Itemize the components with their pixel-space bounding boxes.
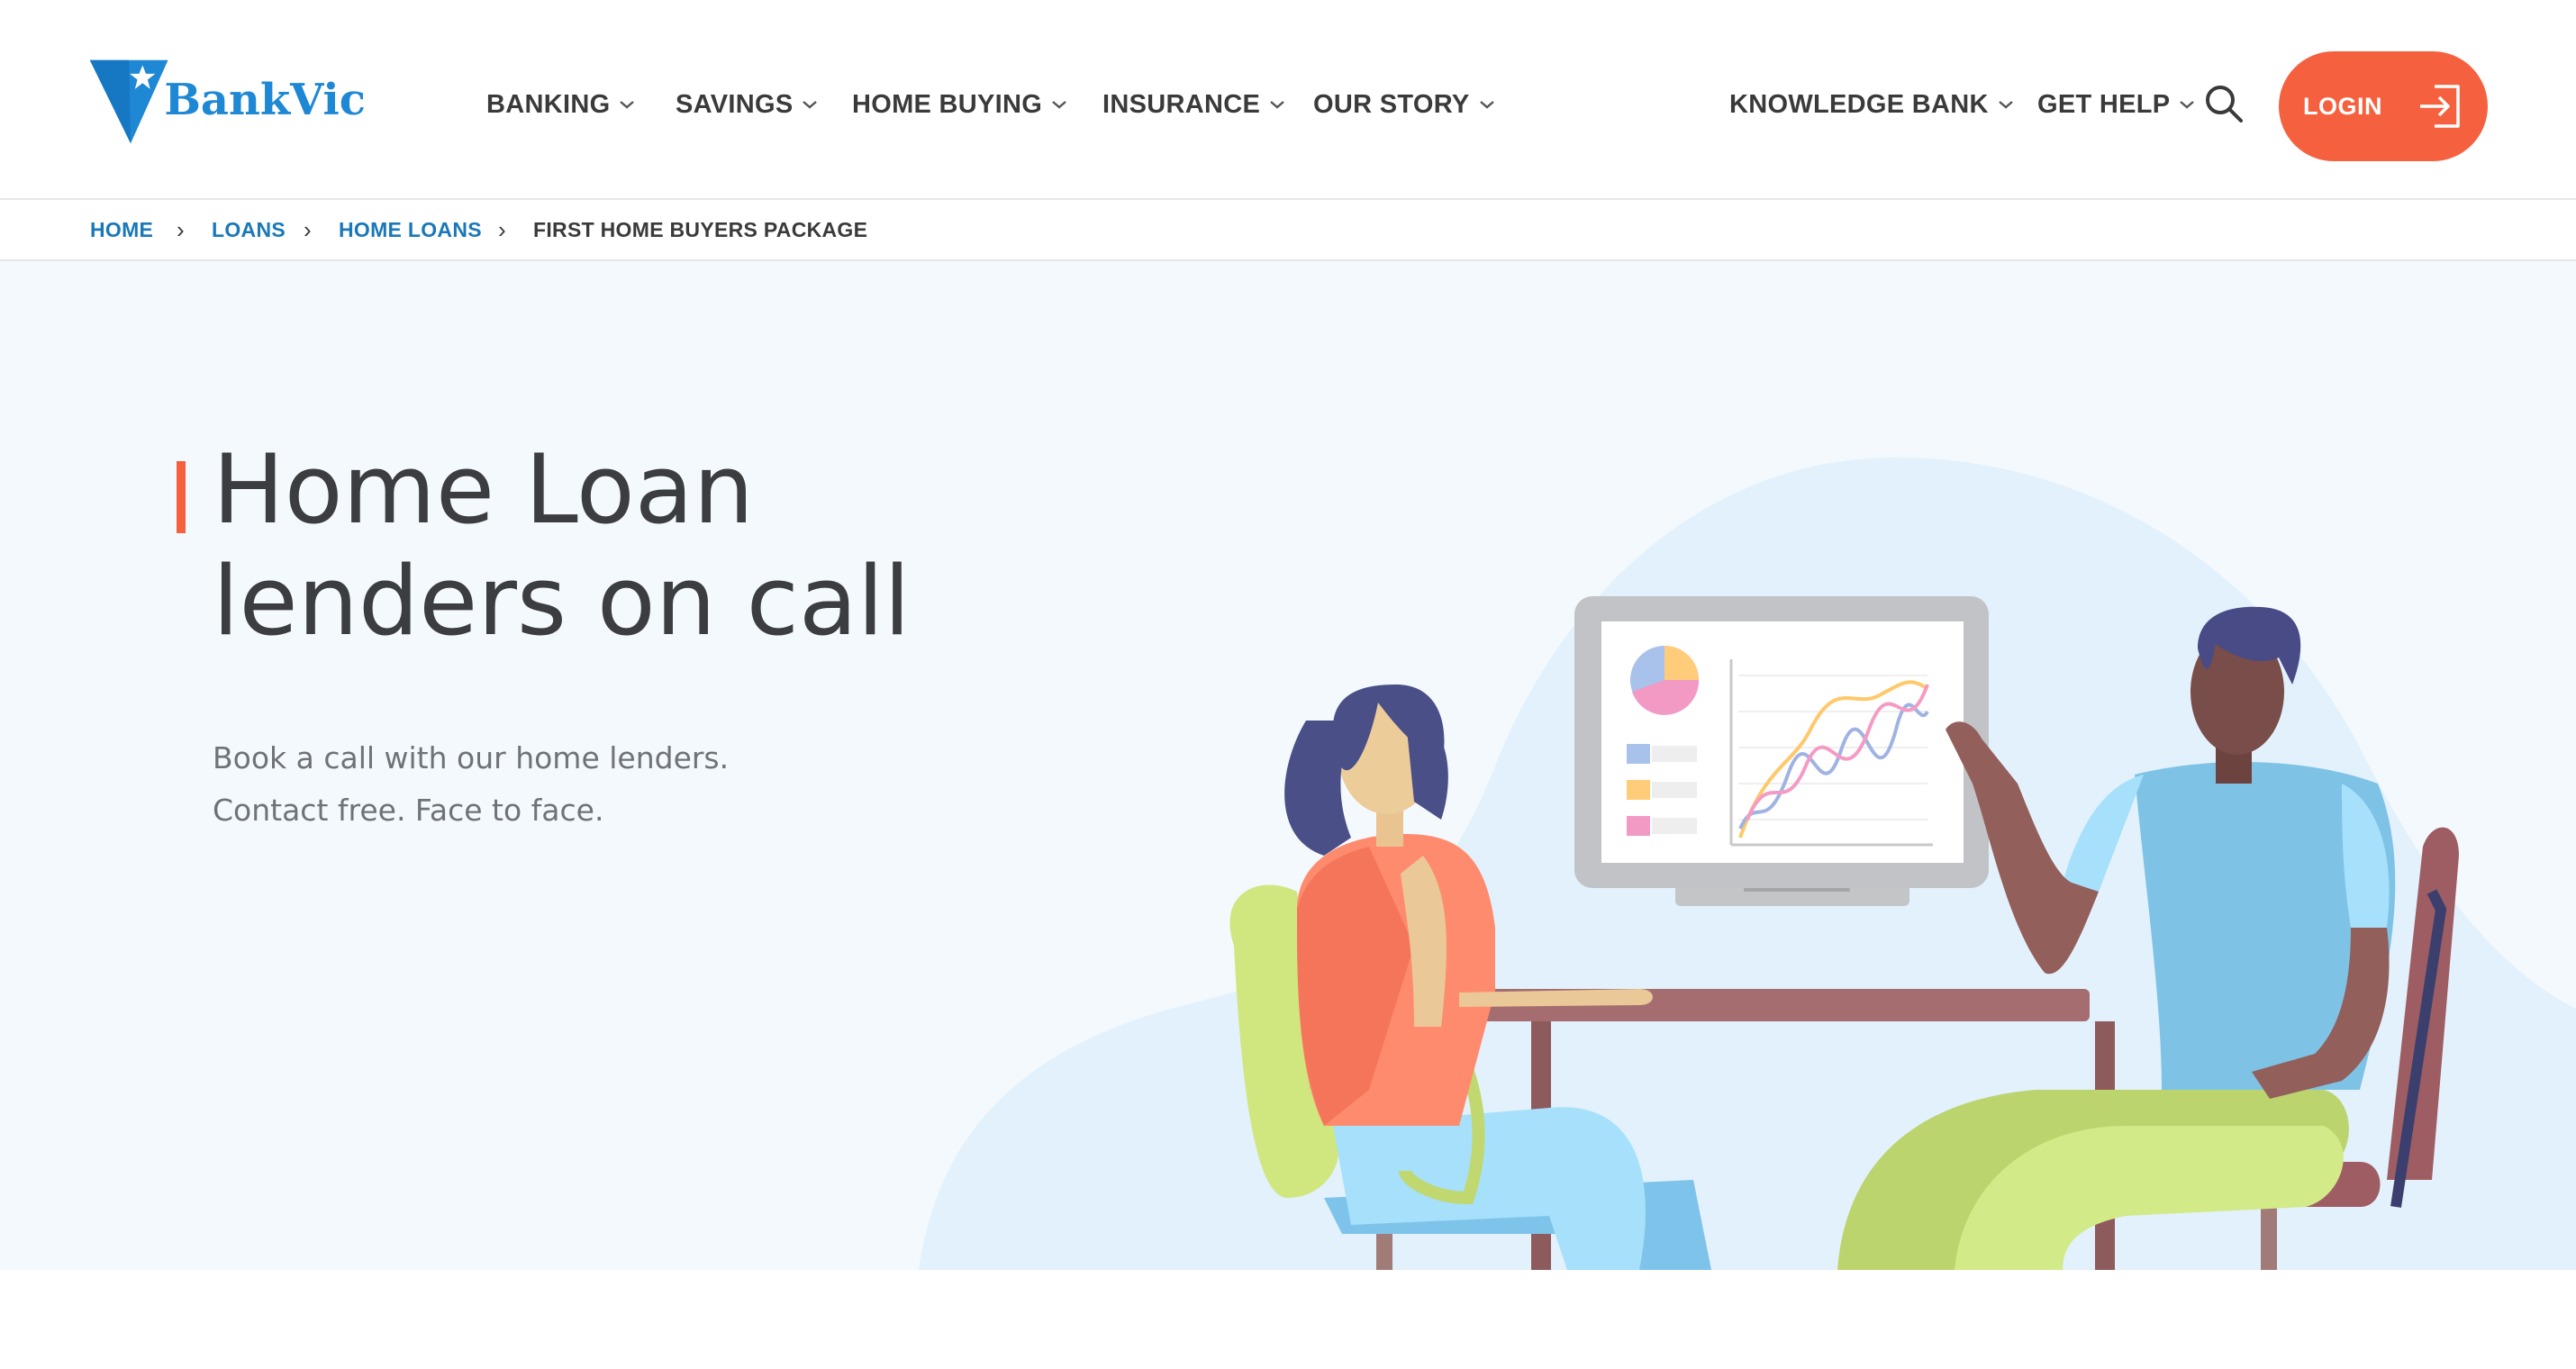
logo-wordmark: BankVic <box>164 75 366 125</box>
nav-savings[interactable]: SAVINGS <box>676 86 818 122</box>
breadcrumb-home[interactable]: HOME <box>90 218 153 242</box>
chevron-down-icon <box>2180 101 2195 109</box>
page-bottom-area <box>0 1270 2576 1369</box>
login-label: LOGIN <box>2303 92 2382 120</box>
chevron-down-icon <box>803 101 818 109</box>
search-icon <box>2206 86 2243 122</box>
hero-title: Home Loan lenders on call <box>213 434 1023 657</box>
nav-insurance-label: INSURANCE <box>1102 89 1261 119</box>
login-button[interactable]: LOGIN <box>2279 51 2488 161</box>
nav-our-story-label: OUR STORY <box>1313 89 1470 119</box>
hero-accent-bar <box>177 461 186 533</box>
breadcrumb-current: FIRST HOME BUYERS PACKAGE <box>533 218 868 241</box>
hero-sub-line2: Contact free. Face to face. <box>213 793 604 828</box>
breadcrumb-home-loans[interactable]: HOME LOANS <box>339 218 482 242</box>
breadcrumb-separator: › <box>304 216 312 243</box>
chevron-down-icon <box>1270 101 1284 109</box>
nav-home-buying[interactable]: HOME BUYING <box>852 86 1067 122</box>
nav-knowledge-bank-label: KNOWLEDGE BANK <box>1729 89 1989 119</box>
nav-get-help-label: GET HELP <box>2037 89 2171 119</box>
nav-knowledge-bank[interactable]: KNOWLEDGE BANK <box>1729 86 2014 122</box>
hero-title-line2: lenders on call <box>213 546 911 657</box>
nav-our-story[interactable]: OUR STORY <box>1313 86 1495 122</box>
breadcrumb-separator: › <box>498 216 506 243</box>
site-header: BankVic BANKING SAVINGS HOME BUYING INSU… <box>0 0 2576 200</box>
breadcrumb-loans[interactable]: LOANS <box>212 218 286 242</box>
nav-banking[interactable]: BANKING <box>486 86 635 122</box>
chevron-down-icon <box>620 101 635 109</box>
hero-title-line1: Home Loan <box>213 434 754 545</box>
search-button[interactable] <box>2203 83 2245 124</box>
login-arrow-icon <box>2420 85 2460 128</box>
nav-banking-label: BANKING <box>486 89 611 119</box>
breadcrumb: HOME › LOANS › HOME LOANS › FIRST HOME B… <box>0 200 2576 261</box>
nav-get-help[interactable]: GET HELP <box>2037 86 2195 122</box>
hero-sub-line1: Book a call with our home lenders. <box>213 740 730 775</box>
chevron-down-icon <box>1479 101 1494 109</box>
monitor-illustration <box>1574 596 1989 906</box>
chevron-down-icon <box>1052 101 1066 109</box>
hero-section: Home Loan lenders on call Book a call wi… <box>0 261 2576 1270</box>
chevron-down-icon <box>1998 101 2013 109</box>
bankvic-logo[interactable]: BankVic <box>86 52 366 151</box>
hero-subtitle: Book a call with our home lenders. Conta… <box>213 732 1023 837</box>
nav-insurance[interactable]: INSURANCE <box>1102 86 1285 122</box>
logo-star-icon <box>89 59 168 144</box>
nav-savings-label: SAVINGS <box>676 89 794 119</box>
breadcrumb-separator: › <box>177 216 185 243</box>
nav-home-buying-label: HOME BUYING <box>852 89 1043 119</box>
